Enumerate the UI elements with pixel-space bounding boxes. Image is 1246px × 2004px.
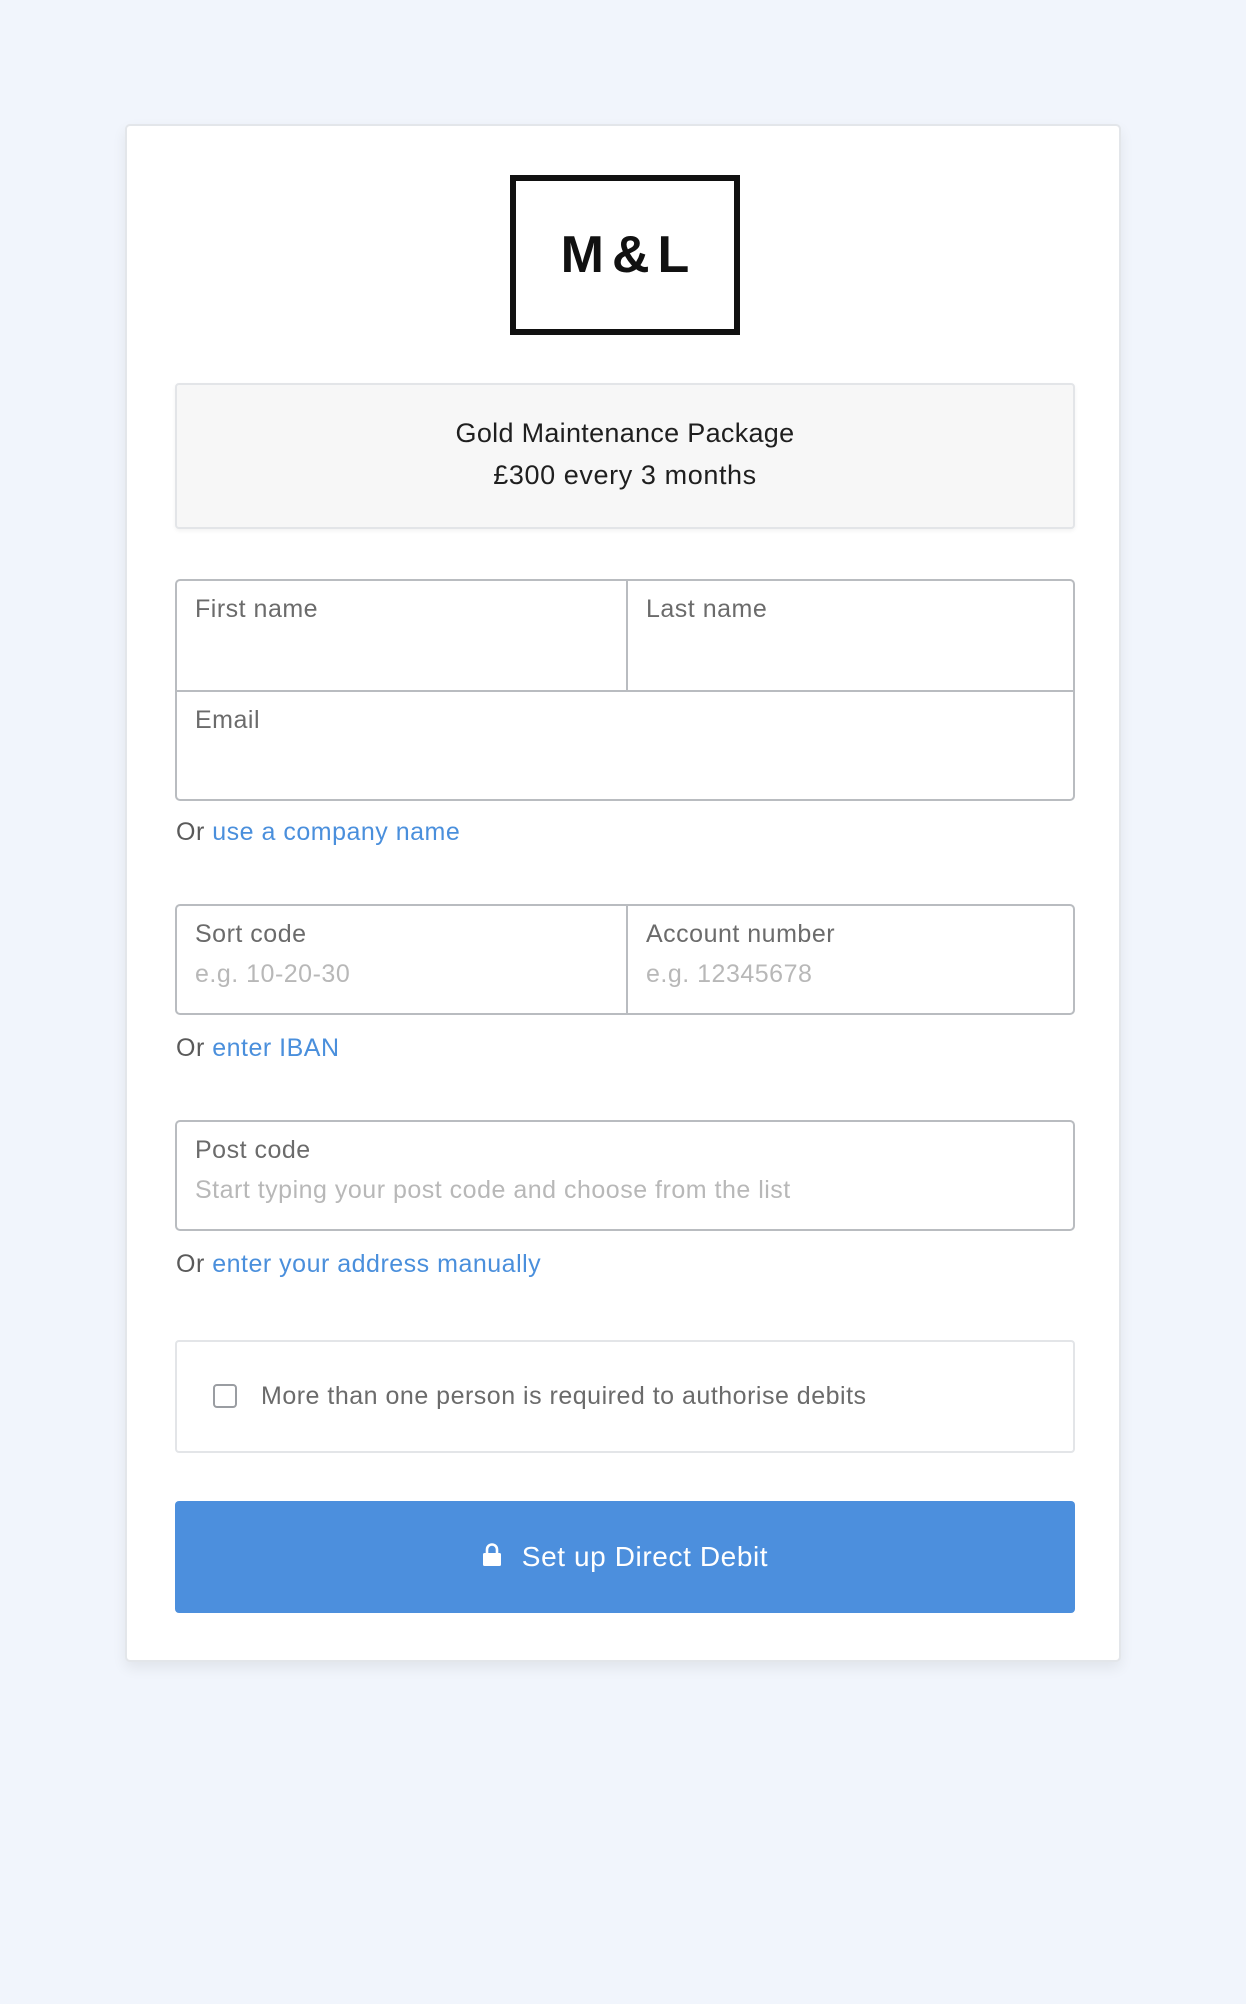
first-name-field[interactable]: First name	[177, 581, 626, 690]
account-number-label: Account number	[646, 920, 836, 948]
multi-authoriser-checkbox[interactable]	[213, 1384, 237, 1408]
sort-code-input[interactable]	[195, 960, 608, 989]
submit-label: Set up Direct Debit	[521, 1541, 769, 1572]
set-up-direct-debit-button[interactable]: Set up Direct Debit	[175, 1501, 1075, 1613]
post-code-fields: Post code	[175, 1120, 1075, 1231]
package-price: £300 every 3 months	[493, 460, 757, 490]
first-name-input[interactable]	[195, 635, 608, 664]
enter-address-manually-link[interactable]: enter your address manually	[212, 1250, 541, 1278]
use-company-name-link[interactable]: use a company name	[212, 818, 460, 846]
lock-icon	[482, 1543, 501, 1566]
account-number-input[interactable]	[646, 960, 1057, 989]
post-code-label: Post code	[195, 1136, 311, 1164]
post-code-input[interactable]	[195, 1176, 1055, 1205]
account-number-field[interactable]: Account number	[628, 906, 1073, 1013]
enter-iban-link[interactable]: enter IBAN	[212, 1034, 339, 1062]
first-name-label: First name	[195, 595, 319, 623]
direct-debit-card: M&L Gold Maintenance Package £300 every …	[125, 124, 1121, 1662]
company-name-option: Or use a company name	[176, 818, 460, 847]
email-field[interactable]: Email	[177, 692, 1073, 799]
sort-code-field[interactable]: Sort code	[177, 906, 626, 1013]
iban-prefix: Or	[176, 1034, 205, 1062]
manual-address-option: Or enter your address manually	[176, 1250, 541, 1279]
post-code-field[interactable]: Post code	[177, 1122, 1073, 1229]
last-name-input[interactable]	[646, 635, 1057, 664]
company-prefix: Or	[176, 818, 205, 846]
email-label: Email	[195, 706, 261, 734]
logo-text: M&L	[560, 226, 698, 284]
last-name-label: Last name	[646, 595, 768, 623]
address-prefix: Or	[176, 1250, 205, 1278]
merchant-logo: M&L	[510, 175, 740, 335]
email-input[interactable]	[195, 746, 1057, 775]
last-name-field[interactable]: Last name	[628, 581, 1073, 690]
package-name: Gold Maintenance Package	[455, 418, 795, 448]
package-summary: Gold Maintenance Package £300 every 3 mo…	[175, 383, 1075, 529]
iban-option: Or enter IBAN	[176, 1034, 340, 1063]
sort-code-label: Sort code	[195, 920, 307, 948]
multi-authoriser-label[interactable]: More than one person is required to auth…	[261, 1382, 867, 1411]
bank-details-fields: Sort code Account number	[175, 904, 1075, 1015]
multi-authoriser-option[interactable]: More than one person is required to auth…	[175, 1340, 1075, 1453]
name-email-fields: First name Last name Email	[175, 579, 1075, 801]
